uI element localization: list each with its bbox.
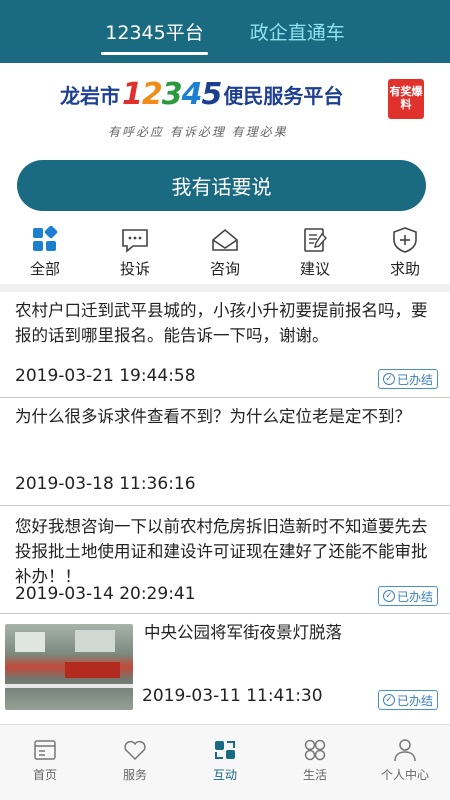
speak-button[interactable]: 我有话要说 (17, 160, 426, 211)
interact-icon (215, 741, 235, 759)
bottom-tab-life[interactable]: 生活 (270, 725, 360, 800)
life-icon (304, 739, 326, 761)
check-icon: ✓ (382, 373, 395, 385)
post-text: 您好我想咨询一下以前农村危房拆旧造新时不知道要先去投报批土地使用证和建设许可证现… (15, 517, 428, 586)
post-text: 为什么很多诉求件查看不到？为什么定位老是定不到？ (15, 407, 411, 426)
check-icon: ✓ (382, 694, 395, 706)
post-time: 2019-03-14 20:29:41 (15, 584, 196, 604)
bottom-tab-bar: 首页 服务 互动 生活 个人中心 (0, 724, 450, 800)
post-time: 2019-03-18 11:36:16 (15, 474, 196, 494)
list-item[interactable]: 您好我想咨询一下以前农村危房拆旧造新时不知道要先去投报批土地使用证和建设许可证现… (0, 506, 450, 614)
banner: 龙岩市 12345 便民服务平台 有奖爆料 有呼必应 有诉必理 有理必果 (0, 63, 450, 155)
bottom-tab-home[interactable]: 首页 (0, 725, 90, 800)
status-badge: ✓ 已办结 (377, 690, 438, 710)
grid-icon (33, 226, 58, 251)
category-help[interactable]: 求助 (360, 222, 450, 284)
tab-12345-platform[interactable]: 12345平台 (101, 0, 209, 63)
heart-icon (124, 740, 146, 761)
post-time: 2019-03-11 11:41:30 (142, 686, 323, 706)
top-tab-bar: 12345平台 政企直通车 (0, 0, 450, 63)
status-badge: ✓ 已办结 (377, 369, 438, 389)
chat-bubble-icon (122, 229, 148, 253)
slogan: 有呼必应 有诉必理 有理必果 (108, 125, 288, 139)
category-complaint[interactable]: 投诉 (90, 222, 180, 284)
platform-logo: 龙岩市 12345 便民服务平台 (60, 77, 343, 112)
home-icon (34, 740, 56, 760)
list-item[interactable]: 农村户口迁到武平县城的，小孩小升初要提前报名吗，要报的话到哪里报名。能告诉一下吗… (0, 292, 450, 398)
post-time: 2019-03-21 19:44:58 (15, 366, 196, 386)
envelope-icon (212, 228, 238, 251)
number-logo: 12345 (122, 77, 222, 112)
status-badge: ✓ 已办结 (377, 586, 438, 606)
document-edit-icon (304, 228, 327, 252)
category-all[interactable]: 全部 (0, 222, 90, 284)
category-bar: 全部 投诉 咨询 建议 求助 (0, 222, 450, 284)
list-item[interactable]: 为什么很多诉求件查看不到？为什么定位老是定不到？ 2019-03-18 11:3… (0, 398, 450, 506)
tab-enterprise-express[interactable]: 政企直通车 (246, 0, 349, 63)
bottom-tab-interact[interactable]: 互动 (180, 725, 270, 800)
category-inquiry[interactable]: 咨询 (180, 222, 270, 284)
post-text: 农村户口迁到武平县城的，小孩小升初要提前报名吗，要报的话到哪里报名。能告诉一下吗… (15, 301, 428, 345)
reward-report-badge[interactable]: 有奖爆料 (388, 79, 424, 119)
list-item[interactable]: 中央公园将军街夜景灯脱落 2019-03-11 11:41:30 ✓ 已办结 (0, 614, 450, 724)
post-thumbnail (5, 624, 133, 710)
platform-name: 便民服务平台 (223, 84, 344, 108)
person-icon (394, 739, 416, 762)
shield-plus-icon (393, 227, 417, 253)
bottom-tab-profile[interactable]: 个人中心 (360, 725, 450, 800)
section-divider (0, 284, 450, 292)
category-suggestion[interactable]: 建议 (270, 222, 360, 284)
city-name: 龙岩市 (60, 84, 120, 108)
post-text: 中央公园将军街夜景灯脱落 (144, 623, 342, 642)
bottom-tab-service[interactable]: 服务 (90, 725, 180, 800)
check-icon: ✓ (382, 590, 395, 602)
